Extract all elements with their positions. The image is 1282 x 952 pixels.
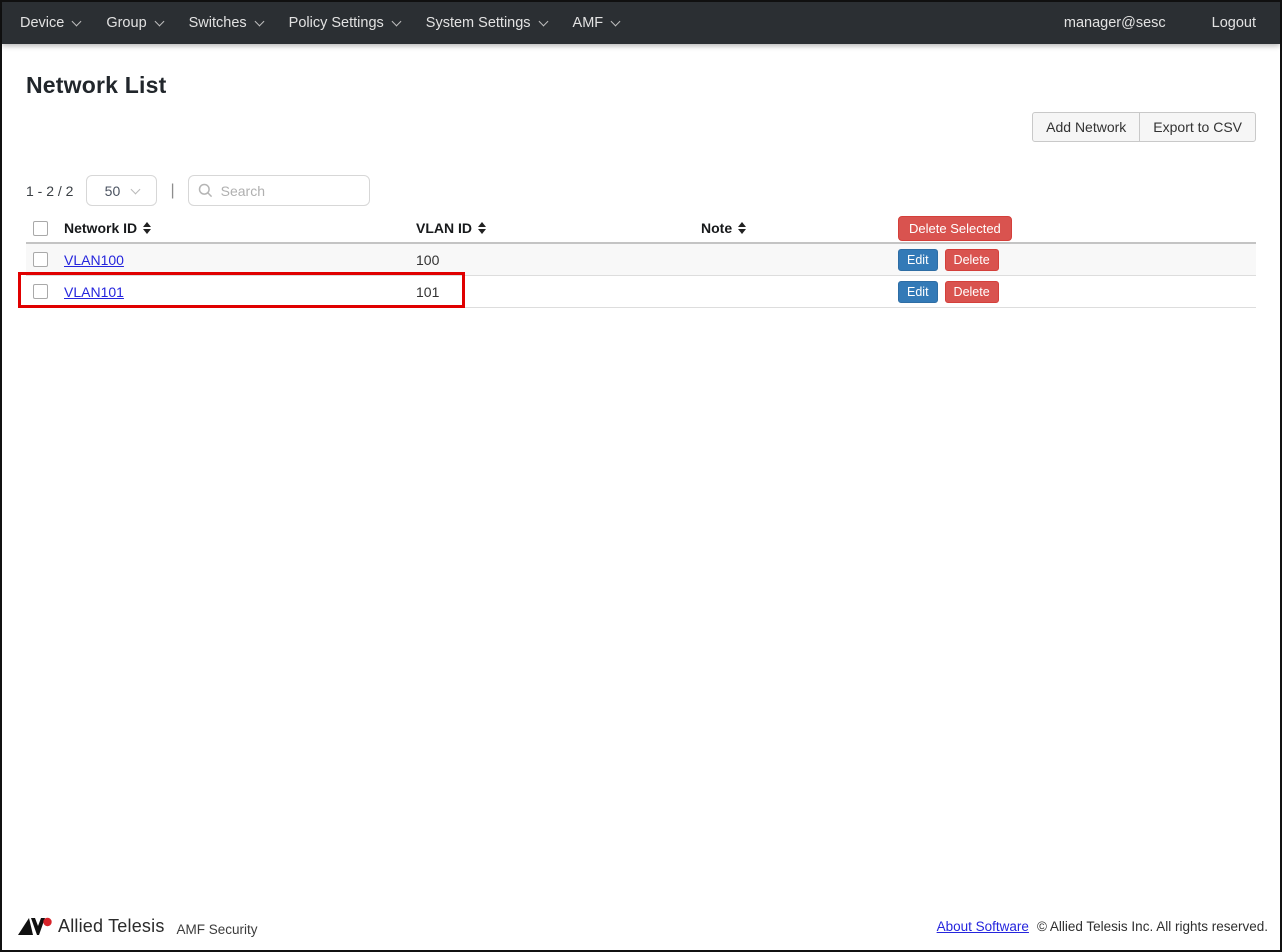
chevron-down-icon <box>254 16 265 26</box>
top-navbar: Device Group Switches Policy Settings Sy… <box>2 2 1280 44</box>
column-header-note[interactable]: Note <box>701 220 898 236</box>
row-actions: Edit Delete <box>898 280 1256 303</box>
page-size-value: 50 <box>104 182 121 199</box>
nav-menu-policy-settings-label: Policy Settings <box>288 15 384 31</box>
nav-menu-device[interactable]: Device <box>18 2 93 44</box>
footer: Allied Telesis AMF Security About Softwa… <box>2 908 1280 950</box>
row-checkbox-cell <box>26 284 64 299</box>
nav-menu-device-label: Device <box>20 15 65 31</box>
footer-right: About Software © Allied Telesis Inc. All… <box>937 919 1268 934</box>
row-actions: Edit Delete <box>898 248 1256 271</box>
search-box <box>187 175 370 206</box>
search-input[interactable] <box>187 175 370 206</box>
row-checkbox[interactable] <box>33 284 48 299</box>
chevron-down-icon <box>71 16 82 26</box>
main-content: Network List Add Network Export to CSV 1… <box>2 44 1280 308</box>
chevron-down-icon <box>538 16 548 26</box>
select-all-checkbox[interactable] <box>33 220 48 236</box>
page-size-select[interactable]: 50 <box>86 175 158 206</box>
nav-menu-system-settings-label: System Settings <box>425 15 531 31</box>
product-name: AMF Security <box>176 921 258 937</box>
nav-menu-policy-settings[interactable]: Policy Settings <box>276 2 413 44</box>
allied-telesis-logo-icon <box>18 917 52 935</box>
network-link[interactable]: VLAN100 <box>64 252 124 268</box>
logout-button[interactable]: Logout <box>1212 15 1264 31</box>
nav-menu-group[interactable]: Group <box>93 2 175 44</box>
delete-selected-button[interactable]: Delete Selected <box>898 215 1012 241</box>
edit-button[interactable]: Edit <box>898 280 938 303</box>
page-title: Network List <box>26 72 167 98</box>
copyright-text: © Allied Telesis Inc. All rights reserve… <box>1036 918 1268 934</box>
chevron-down-icon <box>130 184 141 194</box>
table-row: VLAN100 100 Edit Delete <box>26 244 1256 276</box>
delete-button[interactable]: Delete <box>944 280 999 303</box>
column-header-vlan-id[interactable]: VLAN ID <box>416 220 701 236</box>
top-action-buttons: Add Network Export to CSV <box>26 112 1256 142</box>
logged-in-user: manager@sesc <box>1063 15 1166 31</box>
sort-icon[interactable] <box>143 222 152 234</box>
footer-brand: Allied Telesis AMF Security <box>18 916 258 937</box>
row-checkbox-cell <box>26 252 64 267</box>
column-header-network-id-label: Network ID <box>64 220 138 236</box>
vlan-id-cell: 100 <box>416 251 440 268</box>
pagination-range: 1 - 2 / 2 <box>26 182 74 199</box>
header-actions-cell: Delete Selected <box>898 215 1256 241</box>
network-table: Network ID VLAN ID Note Delete Selected <box>18 214 1256 308</box>
column-header-note-label: Note <box>701 220 733 236</box>
chevron-down-icon <box>391 16 402 26</box>
search-icon <box>198 183 212 198</box>
network-link[interactable]: VLAN101 <box>64 284 124 300</box>
about-software-link[interactable]: About Software <box>937 919 1029 934</box>
sort-icon[interactable] <box>738 222 747 234</box>
nav-menu-switches-label: Switches <box>188 15 247 31</box>
controls-divider: | <box>170 181 175 199</box>
list-controls: 1 - 2 / 2 50 | <box>26 175 1256 206</box>
delete-button[interactable]: Delete <box>944 248 999 271</box>
navbar-right: manager@sesc Logout <box>1064 15 1264 31</box>
nav-menu-amf[interactable]: AMF <box>560 2 633 44</box>
table-row: VLAN101 101 Edit Delete <box>26 276 1256 308</box>
header-checkbox-cell <box>26 220 64 236</box>
nav-menu-system-settings[interactable]: System Settings <box>413 2 560 44</box>
column-header-network-id[interactable]: Network ID <box>64 220 416 236</box>
table-header-row: Network ID VLAN ID Note Delete Selected <box>26 214 1256 244</box>
network-list-page: { "navbar": { "menus": [ { "label": "Dev… <box>0 0 1282 952</box>
vlan-id-cell: 101 <box>416 283 440 300</box>
column-header-vlan-id-label: VLAN ID <box>416 220 472 236</box>
export-csv-button[interactable]: Export to CSV <box>1139 112 1256 142</box>
edit-button[interactable]: Edit <box>898 248 938 271</box>
nav-menu-switches[interactable]: Switches <box>176 2 276 44</box>
nav-menu-group-label: Group <box>106 15 147 31</box>
chevron-down-icon <box>610 16 621 26</box>
nav-menu-amf-label: AMF <box>572 15 604 31</box>
row-checkbox[interactable] <box>33 252 48 267</box>
chevron-down-icon <box>154 16 165 26</box>
sort-icon[interactable] <box>478 222 486 234</box>
add-network-button[interactable]: Add Network <box>1032 112 1141 142</box>
brand-name: Allied Telesis <box>58 915 165 936</box>
